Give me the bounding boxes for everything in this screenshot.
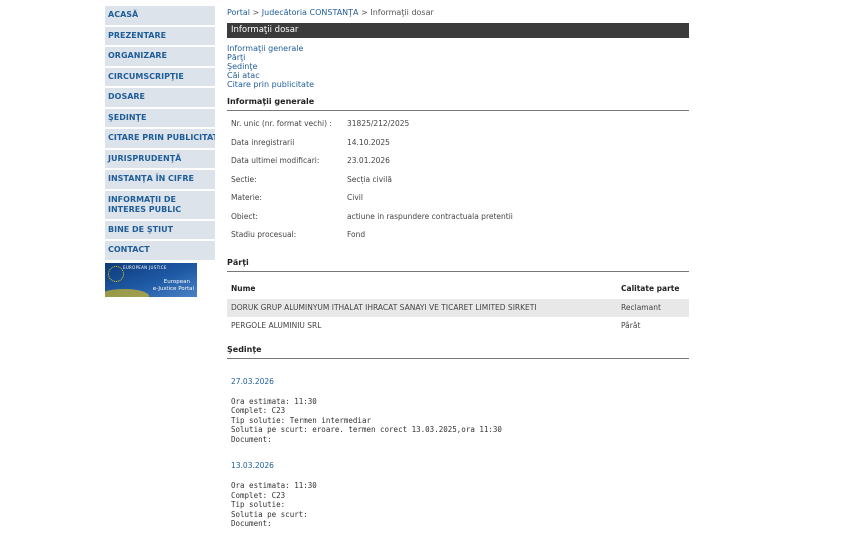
info-value: actiune in raspundere contractuala prete… <box>347 211 513 221</box>
nav-dosare[interactable]: DOSARE <box>105 88 215 107</box>
sedinta-date: 13.03.2026 <box>231 461 274 470</box>
link-cai-atac[interactable]: Căi atac <box>227 71 689 80</box>
info-row: Data inregistrarii 14.10.2025 <box>231 138 689 157</box>
nav-informatii-interes-public[interactable]: INFORMAŢII DE INTERES PUBLIC <box>105 190 215 219</box>
nav-contact[interactable]: CONTACT <box>105 241 215 260</box>
sedinta-line: Ora estimata: 11:30 <box>231 396 317 406</box>
info-value: Fond <box>347 230 366 239</box>
section-title-informatii-generale: Informaţii generale <box>227 97 689 111</box>
info-label: Obiect: <box>231 211 258 221</box>
sedinta-line: Complet: C23 <box>231 490 286 500</box>
link-informatii-generale[interactable]: Informaţii generale <box>227 44 689 53</box>
table-row: DORUK GRUP ALUMINYUM ITHALAT IHRACAT SAN… <box>227 298 689 317</box>
section-title-parti: Părţi <box>227 258 689 272</box>
breadcrumb-current: Informaţii dosar <box>370 8 434 17</box>
ejustice-portal-logo[interactable]: EUROPEAN JUSTICE European e-Justice Port… <box>105 262 197 297</box>
sedinta-entry: 13.03.2026 Ora estimata: 11:30 Complet: … <box>231 461 689 529</box>
nav-sedinte[interactable]: ŞEDINŢE <box>105 108 215 127</box>
sedinta-date: 27.03.2026 <box>231 376 274 386</box>
nav-bine-de-stiut[interactable]: BINE DE ŞTIUT <box>105 220 215 239</box>
sidebar-nav: ACASĂ PREZENTARE ORGANIZARE CIRCUMSCRIPŢ… <box>105 6 215 297</box>
sedinta-details: Ora estimata: 11:30 Complet: C23 Tip sol… <box>231 481 689 529</box>
info-value: 31825/212/2025 <box>347 119 410 128</box>
breadcrumb-court-link[interactable]: Judecătoria CONSTANŢA <box>262 8 359 17</box>
main-content: Portal > Judecătoria CONSTANŢA > Informa… <box>227 8 689 529</box>
swoosh-graphic <box>105 288 149 297</box>
column-header-nume: Nume <box>231 283 256 293</box>
breadcrumb-portal-link[interactable]: Portal <box>227 8 250 17</box>
sedinta-line: Document: <box>231 519 272 528</box>
sedinta-line: Tip solutie: Termen intermediar <box>231 415 371 425</box>
sedinta-line: Solutia pe scurt: <box>231 509 308 519</box>
sedinta-line: Tip solutie: <box>231 500 286 509</box>
eu-stars-icon <box>108 265 124 282</box>
info-value: 14.10.2025 <box>347 137 390 147</box>
info-row: Stadiu procesual: Fond <box>231 230 689 249</box>
ejustice-line2: e-Justice Portal <box>152 285 194 292</box>
info-label: Nr. unic (nr. format vechi) : <box>231 119 332 128</box>
info-value: 23.01.2026 <box>347 156 390 165</box>
info-label: Stadiu procesual: <box>231 230 297 239</box>
ejustice-tag: EUROPEAN JUSTICE <box>123 264 167 270</box>
info-value: Secția civilă <box>347 174 392 184</box>
info-label: Sectie: <box>231 174 257 184</box>
info-label: Materie: <box>231 193 262 202</box>
page-title: Informaţii dosar <box>227 23 689 38</box>
ejustice-line1: European <box>163 278 190 285</box>
breadcrumb-separator: > <box>358 8 371 17</box>
party-name: PERGOLE ALUMINIU SRL <box>231 321 322 330</box>
nav-circumscriptie[interactable]: CIRCUMSCRIPŢIE <box>105 67 215 86</box>
column-header-calitate: Calitate parte <box>621 283 680 293</box>
link-citare-prin-publicitate[interactable]: Citare prin publicitate <box>227 80 689 89</box>
party-name: DORUK GRUP ALUMINYUM ITHALAT IHRACAT SAN… <box>231 303 537 312</box>
section-title-sedinte: Şedinţe <box>227 345 689 359</box>
info-row: Obiect: actiune in raspundere contractual… <box>231 212 689 231</box>
sedinta-line: Document: <box>231 434 272 444</box>
section-links: Informaţii generale Părţi Şedinţe Căi at… <box>227 44 689 89</box>
sedinta-line: Complet: C23 <box>231 406 286 415</box>
table-row: PERGOLE ALUMINIU SRL Pârât <box>227 317 689 335</box>
info-row: Materie: Civil <box>231 193 689 212</box>
parti-table: Nume Calitate parte DORUK GRUP ALUMINYUM… <box>227 278 689 335</box>
nav-prezentare[interactable]: PREZENTARE <box>105 26 215 45</box>
info-label: Data ultimei modificari: <box>231 156 320 165</box>
general-info-table: Nr. unic (nr. format vechi) : 31825/212/2… <box>231 119 689 249</box>
info-value: Civil <box>347 193 363 202</box>
sedinta-details: Ora estimata: 11:30 Complet: C23 Tip sol… <box>231 397 689 445</box>
info-row: Nr. unic (nr. format vechi) : 31825/212/2… <box>231 119 689 138</box>
breadcrumb: Portal > Judecătoria CONSTANŢA > Informa… <box>227 8 689 20</box>
sedinta-line: Solutia pe scurt: eroare. termen corect … <box>231 425 502 434</box>
info-row: Data ultimei modificari: 23.01.2026 <box>231 156 689 175</box>
nav-organizare[interactable]: ORGANIZARE <box>105 47 215 66</box>
breadcrumb-separator: > <box>249 8 262 17</box>
link-sedinte[interactable]: Şedinţe <box>227 62 689 71</box>
nav-citare-prin-publicitate[interactable]: CITARE PRIN PUBLICITATE <box>105 129 215 148</box>
nav-acasa[interactable]: ACASĂ <box>105 6 215 25</box>
sedinta-line: Ora estimata: 11:30 <box>231 481 317 490</box>
nav-jurisprudenta[interactable]: JURISPRUDENŢĂ <box>105 149 215 168</box>
nav-instanta-in-cifre[interactable]: INSTANŢA ÎN CIFRE <box>105 170 215 189</box>
info-row: Sectie: Secția civilă <box>231 175 689 194</box>
party-role: Reclamant <box>621 303 661 312</box>
link-parti[interactable]: Părţi <box>227 53 689 62</box>
party-role: Pârât <box>621 321 641 330</box>
sedinta-entry: 27.03.2026 Ora estimata: 11:30 Complet: … <box>231 377 689 445</box>
info-label: Data inregistrarii <box>231 137 295 147</box>
parti-header-row: Nume Calitate parte <box>227 278 689 299</box>
